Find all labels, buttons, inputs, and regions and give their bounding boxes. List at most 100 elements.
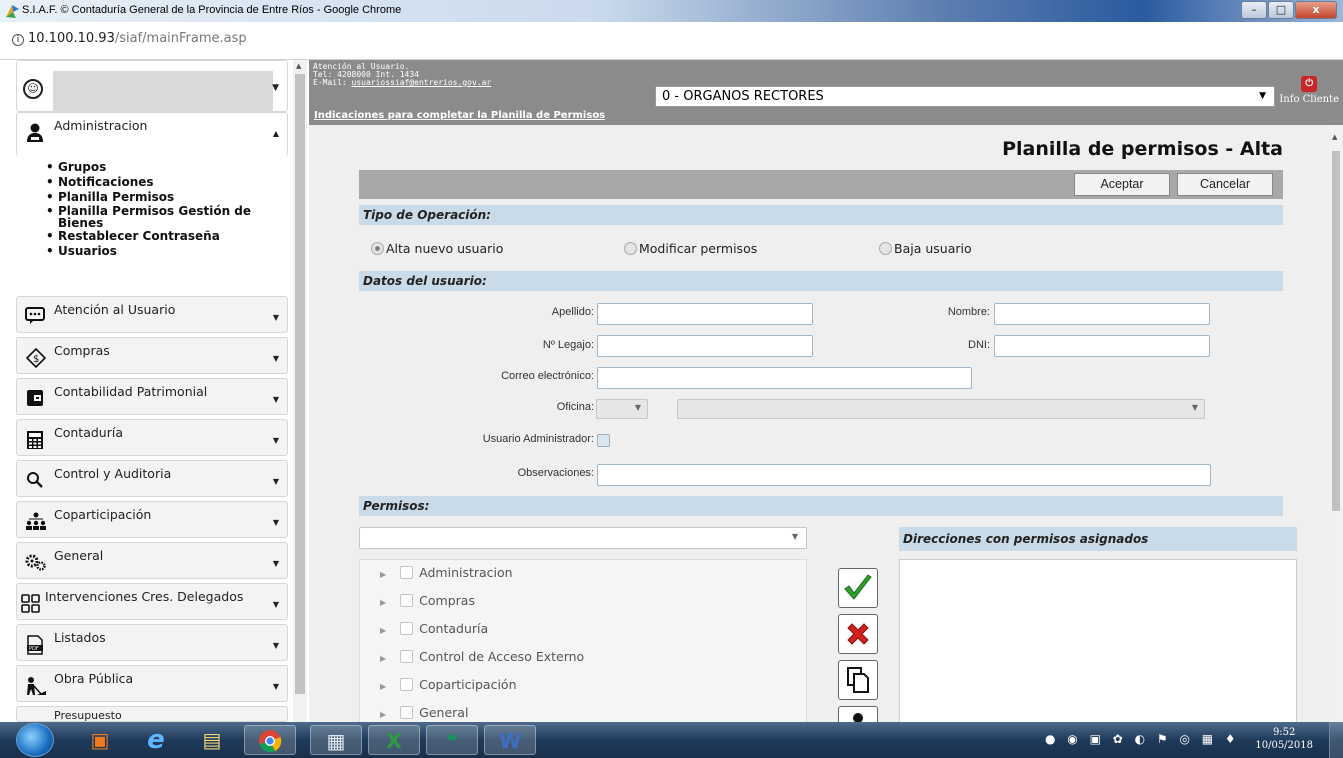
chevron-down-icon[interactable]: ▼ [273, 354, 279, 363]
tree-item[interactable]: ▶ Contaduría [380, 621, 488, 636]
legajo-input[interactable] [597, 335, 813, 357]
tree-item[interactable]: ▶ Compras [380, 593, 475, 608]
tree-checkbox[interactable] [400, 594, 414, 607]
oficina-code-select[interactable]: ▼ [596, 399, 648, 419]
system-tray[interactable]: ● ◉ ▣ ✿ ◐ ⚑ ◎ ▦ ♦ [1045, 732, 1240, 746]
hangouts-icon[interactable]: ❝ [426, 725, 478, 755]
submenu-item-restablecer-contrasena[interactable]: Restablecer Contraseña [46, 229, 281, 244]
observaciones-input[interactable] [597, 464, 1211, 486]
chrome-icon[interactable] [244, 725, 296, 755]
radio-circle-selected[interactable] [371, 242, 384, 255]
tree-checkbox[interactable] [400, 622, 414, 635]
expand-icon[interactable]: ▶ [380, 570, 386, 579]
menu-contaduria[interactable]: Contaduría ▼ [16, 419, 288, 456]
oficina-select[interactable]: ▼ [677, 399, 1205, 419]
menu-intervenciones[interactable]: Intervenciones Cres. Delegados ▼ [16, 583, 288, 620]
chevron-down-icon[interactable]: ▼ [273, 436, 279, 445]
radio-baja-usuario[interactable]: Baja usuario [879, 241, 972, 256]
scrollbar-thumb[interactable] [1332, 151, 1340, 511]
submenu-item-grupos[interactable]: Grupos [46, 160, 281, 175]
radio-modificar-permisos[interactable]: Modificar permisos [624, 241, 757, 256]
support-email-link[interactable]: usuariossiaf@entrerios.gov.ar [352, 78, 492, 87]
user-permission-button[interactable] [838, 706, 878, 722]
submenu-item-usuarios[interactable]: Usuarios [46, 244, 281, 259]
show-desktop-button[interactable] [1329, 722, 1343, 758]
radio-circle[interactable] [879, 242, 892, 255]
sidebar-scrollbar[interactable]: ▲ [293, 60, 307, 722]
internet-explorer-icon[interactable]: e [130, 725, 182, 755]
apellido-input[interactable] [597, 303, 813, 325]
chevron-down-icon[interactable]: ▼ [273, 477, 279, 486]
add-permission-button[interactable] [838, 568, 878, 608]
usuario-admin-checkbox[interactable] [597, 434, 610, 447]
chevron-down-icon[interactable]: ▼ [272, 83, 279, 93]
tree-item[interactable]: ▶ Coparticipación [380, 677, 517, 692]
submenu-item-notificaciones[interactable]: Notificaciones [46, 175, 281, 190]
menu-compras[interactable]: $ Compras ▼ [16, 337, 288, 374]
cancelar-button[interactable]: Cancelar [1177, 173, 1273, 196]
chevron-down-icon[interactable]: ▼ [273, 559, 279, 568]
expand-icon[interactable]: ▶ [380, 654, 386, 663]
expand-icon[interactable]: ▶ [380, 682, 386, 691]
chevron-down-icon[interactable]: ▼ [273, 518, 279, 527]
copy-permission-button[interactable] [838, 660, 878, 700]
tree-checkbox[interactable] [400, 566, 414, 579]
expand-icon[interactable]: ▶ [380, 710, 386, 719]
menu-obra-publica[interactable]: Obra Pública ▼ [16, 665, 288, 702]
chevron-down-icon[interactable]: ▼ [273, 600, 279, 609]
menu-control-auditoria[interactable]: Control y Auditoria ▼ [16, 460, 288, 497]
chevron-up-icon[interactable]: ▲ [273, 129, 279, 138]
user-panel[interactable]: ☺ ▼ [16, 60, 288, 116]
menu-atencion-usuario[interactable]: Atención al Usuario ▼ [16, 296, 288, 333]
scroll-up-icon[interactable]: ▲ [1332, 133, 1337, 141]
address-bar[interactable]: i 10.100.10.93/siaf/mainFrame.asp [0, 22, 1343, 60]
tree-checkbox[interactable] [400, 706, 414, 719]
tree-item[interactable]: ▶ Administracion [380, 565, 513, 580]
tree-item[interactable]: ▶ Control de Acceso Externo [380, 649, 584, 664]
info-icon[interactable]: i [12, 34, 24, 46]
window-app-icon[interactable]: ▦ [310, 725, 362, 755]
correo-input[interactable] [597, 367, 972, 389]
tree-checkbox[interactable] [400, 650, 414, 663]
word-icon[interactable]: W [484, 725, 536, 755]
chevron-down-icon[interactable]: ▼ [273, 682, 279, 691]
menu-administracion[interactable]: Administracion ▲ [16, 112, 288, 156]
aceptar-button[interactable]: Aceptar [1074, 173, 1170, 196]
remove-permission-button[interactable] [838, 614, 878, 654]
nombre-input[interactable] [994, 303, 1210, 325]
scrollbar-thumb[interactable] [295, 74, 305, 694]
scroll-up-icon[interactable]: ▲ [296, 62, 301, 70]
menu-contabilidad-patrimonial[interactable]: Contabilidad Patrimonial ▼ [16, 378, 288, 415]
submenu-item-planilla-permisos-bienes[interactable]: Planilla Permisos Gestión de Bienes [46, 205, 281, 229]
permisos-select[interactable]: ▼ [359, 527, 807, 549]
direcciones-list[interactable] [899, 559, 1297, 722]
info-cliente-button[interactable]: ⏻ Info Cliente [1279, 76, 1339, 105]
start-button[interactable] [16, 723, 54, 757]
main-scrollbar[interactable]: ▲ [1329, 125, 1343, 722]
tree-item[interactable]: ▶ General [380, 705, 468, 720]
organismo-select[interactable]: 0 - ORGANOS RECTORES ▼ [655, 86, 1275, 107]
radio-circle[interactable] [624, 242, 637, 255]
file-explorer-icon[interactable]: ▤ [186, 725, 238, 755]
indicaciones-link[interactable]: Indicaciones para completar la Planilla … [314, 110, 605, 121]
dni-input[interactable] [994, 335, 1210, 357]
menu-general[interactable]: General ▼ [16, 542, 288, 579]
chevron-down-icon[interactable]: ▼ [273, 641, 279, 650]
excel-icon[interactable]: X [368, 725, 420, 755]
submenu-item-planilla-permisos[interactable]: Planilla Permisos [46, 190, 281, 205]
menu-coparticipacion[interactable]: Coparticipación ▼ [16, 501, 288, 538]
radio-alta-nuevo-usuario[interactable]: Alta nuevo usuario [371, 241, 503, 256]
chevron-down-icon[interactable]: ▼ [273, 395, 279, 404]
expand-icon[interactable]: ▶ [380, 626, 386, 635]
menu-presupuesto[interactable]: Presupuesto [16, 706, 288, 722]
tree-checkbox[interactable] [400, 678, 414, 691]
expand-icon[interactable]: ▶ [380, 598, 386, 607]
clock[interactable]: 9:52 10/05/2018 [1255, 726, 1313, 752]
url-text[interactable]: 10.100.10.93/siaf/mainFrame.asp [28, 31, 247, 46]
maximize-button[interactable]: □ [1268, 1, 1294, 19]
media-app-icon[interactable]: ▣ [74, 725, 126, 755]
minimize-button[interactable]: – [1241, 1, 1267, 19]
menu-listados[interactable]: PDF Listados ▼ [16, 624, 288, 661]
close-button[interactable]: x [1295, 1, 1337, 19]
chevron-down-icon[interactable]: ▼ [273, 313, 279, 322]
